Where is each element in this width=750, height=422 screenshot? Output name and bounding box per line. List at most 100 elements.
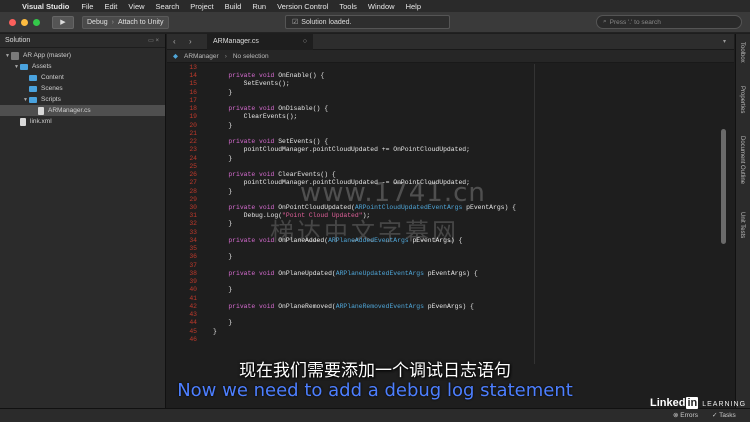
search-input[interactable]: ⌕ Press '.' to search (596, 15, 742, 29)
vertical-scrollbar[interactable] (721, 129, 726, 244)
tab-armanager[interactable]: ARManager.cs ○ (207, 33, 313, 50)
line-number: 35 (189, 245, 197, 253)
maximize-button[interactable] (33, 18, 40, 26)
app-menu[interactable]: Visual Studio (22, 2, 69, 11)
folder-icon (29, 74, 37, 81)
line-number: 19 (189, 113, 197, 121)
code-token: private void (228, 138, 275, 146)
gutter (201, 155, 213, 163)
chevron-right-icon: › (224, 52, 227, 60)
search-placeholder: Press '.' to search (609, 18, 661, 26)
tree-item[interactable]: ▼ Scripts (0, 94, 165, 105)
line-number: 13 (189, 64, 197, 71)
code-token: OnEnable() { (274, 72, 325, 80)
tab-list-chevron-icon[interactable]: ▾ (723, 38, 726, 45)
debug-config-label: Debug (87, 18, 108, 26)
line-number: 41 (189, 294, 197, 302)
errors-button[interactable]: ⊗ Errors (673, 411, 698, 419)
gutter (201, 105, 213, 113)
dock-document-outline[interactable]: Document Outline (739, 136, 745, 184)
pad-controls-icon[interactable]: ▭ × (148, 37, 159, 44)
logo-in: in (686, 397, 699, 409)
menu-tools[interactable]: Tools (339, 2, 357, 11)
gutter (201, 286, 213, 294)
code-line: 39 (167, 278, 734, 286)
tree-item[interactable]: Content (0, 72, 165, 83)
tree-item-label: AR App (master) (23, 52, 72, 59)
logo-linked: Linked (650, 397, 686, 409)
run-button[interactable]: ▶ (52, 15, 74, 29)
path-member[interactable]: No selection (233, 53, 269, 60)
code-line: 18 private void OnDisable() { (167, 105, 734, 113)
line-number: 36 (189, 253, 197, 261)
dock-properties[interactable]: Properties (739, 86, 745, 113)
line-number: 42 (189, 302, 197, 310)
path-class[interactable]: ARManager (184, 53, 219, 60)
code-token: private void (228, 105, 275, 113)
code-token: pEventArgs) { (423, 269, 478, 277)
code-token: } (213, 253, 233, 261)
line-number: 20 (189, 121, 197, 129)
back-arrow-icon[interactable]: ‹ (173, 37, 183, 46)
tasks-label: Tasks (719, 412, 736, 419)
code-line: 14 private void OnEnable() { (167, 72, 734, 80)
gutter (201, 328, 213, 336)
line-number: 28 (189, 187, 197, 195)
folder-icon (29, 96, 37, 103)
code-token: SetEvents() { (274, 138, 329, 146)
menu-version-control[interactable]: Version Control (277, 2, 328, 11)
watermark-cn: 梯达中文字幕网 (270, 218, 459, 246)
gutter (201, 303, 213, 311)
configuration-selector[interactable]: Debug › Attach to Unity (82, 15, 169, 29)
line-number: 37 (189, 261, 197, 269)
close-tab-icon[interactable]: ○ (303, 38, 307, 45)
close-button[interactable] (9, 18, 16, 26)
status-text: Solution loaded. (301, 18, 352, 26)
menu-edit[interactable]: Edit (104, 2, 117, 11)
menu-view[interactable]: View (128, 2, 144, 11)
menu-file[interactable]: File (81, 2, 93, 11)
menu-help[interactable]: Help (406, 2, 421, 11)
tree-item[interactable]: ▼ AR App (master) (0, 50, 165, 61)
gutter (201, 270, 213, 278)
tree-item[interactable]: Scenes (0, 83, 165, 94)
gutter (201, 204, 213, 212)
menu-run[interactable]: Run (252, 2, 266, 11)
menu-build[interactable]: Build (225, 2, 242, 11)
code-line: 43 (167, 311, 734, 319)
menu-window[interactable]: Window (368, 2, 395, 11)
tab-label: ARManager.cs (213, 38, 259, 45)
tree-item[interactable]: ARManager.cs (0, 105, 165, 116)
minimize-button[interactable] (21, 18, 28, 26)
line-number: 38 (189, 269, 197, 277)
expand-chevron-icon[interactable]: ▼ (13, 64, 20, 70)
gutter (201, 220, 213, 228)
solution-pad-title: Solution (5, 37, 31, 44)
line-number: 39 (189, 278, 197, 286)
gutter (201, 319, 213, 327)
menu-project[interactable]: Project (190, 2, 213, 11)
line-number: 17 (189, 96, 197, 104)
path-bar: ◆ ARManager › No selection (167, 50, 734, 63)
code-line: 36 } (167, 253, 734, 261)
tree-item[interactable]: link.xml (0, 116, 165, 127)
code-token: private void (228, 236, 275, 244)
tasks-button[interactable]: ✓ Tasks (712, 411, 736, 419)
expand-chevron-icon[interactable]: ▼ (22, 97, 29, 103)
code-token: private void (228, 171, 275, 179)
forward-arrow-icon[interactable]: › (189, 37, 199, 46)
line-number: 32 (189, 220, 197, 228)
tree-item[interactable]: ▼ Assets (0, 61, 165, 72)
gutter (201, 72, 213, 80)
code-line: 25 (167, 163, 734, 171)
tree-item-label: Scripts (41, 96, 61, 103)
folder-icon (29, 85, 37, 92)
dock-unit-tests[interactable]: Unit Tests (739, 212, 745, 238)
expand-chevron-icon[interactable]: ▼ (4, 53, 11, 59)
dock-toolbox[interactable]: Toolbox (739, 42, 745, 63)
menu-search[interactable]: Search (156, 2, 180, 11)
